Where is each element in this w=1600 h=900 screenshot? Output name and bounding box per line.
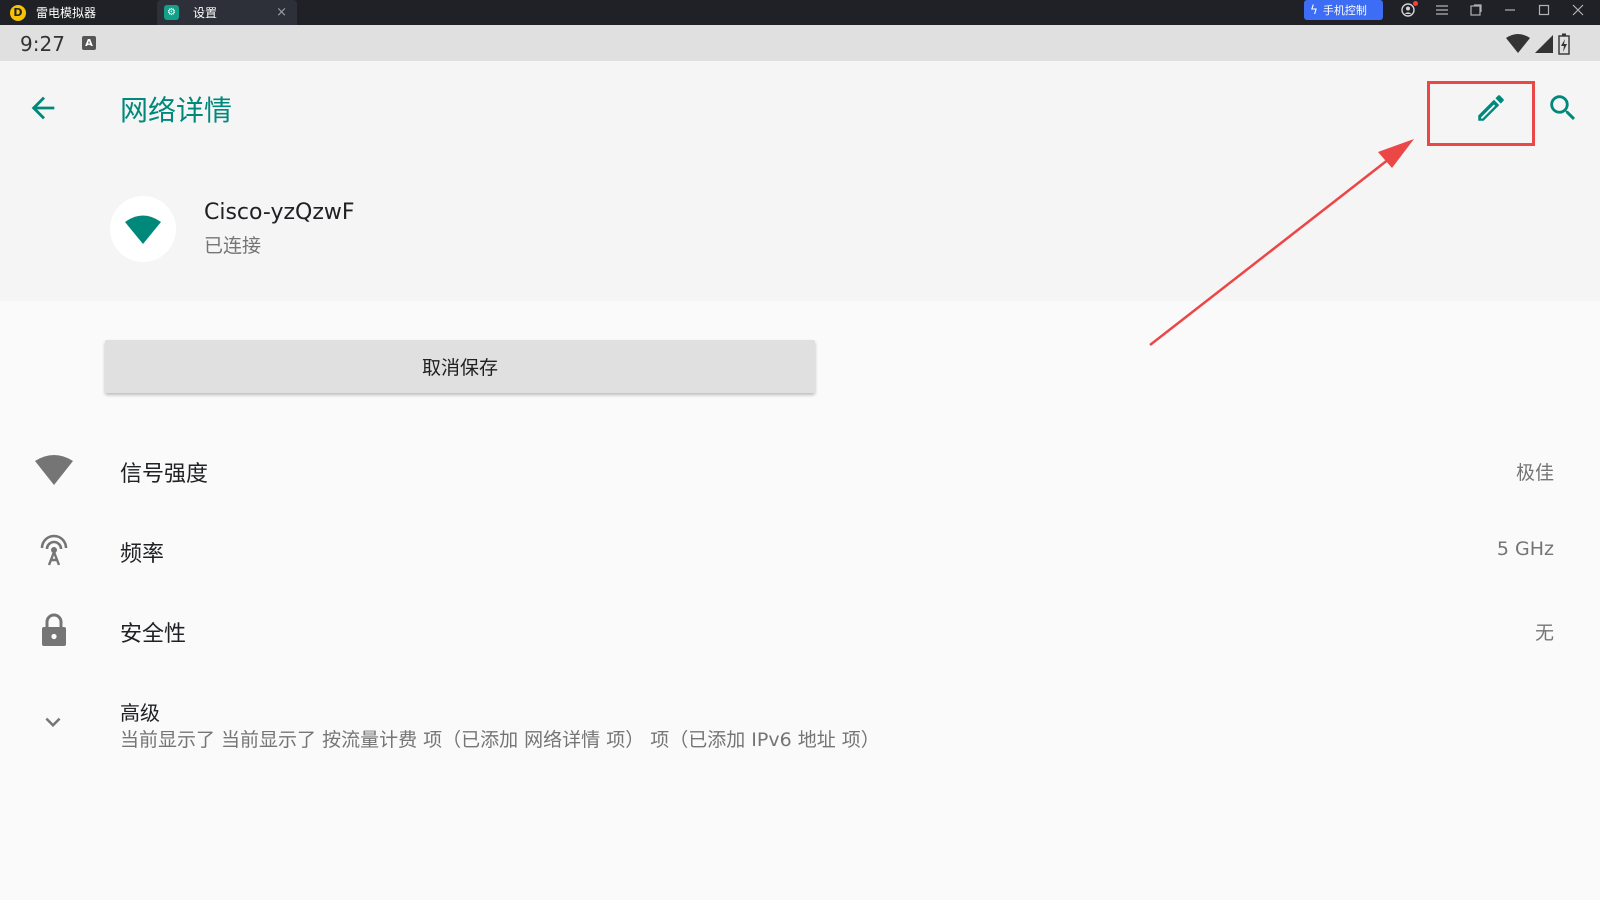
advanced-section-title[interactable]: 高级 <box>120 697 160 726</box>
tab-settings-label: 设置 <box>193 6 218 20</box>
phone-control-label: 手机控制 <box>1322 4 1367 17</box>
lock-icon <box>34 612 74 648</box>
tab-emulator-label: 雷电模拟器 <box>36 6 97 20</box>
detail-label: 信号强度 <box>120 462 209 487</box>
notification-a-icon: A <box>82 36 96 50</box>
emulator-titlebar: D 雷电模拟器 ⚙ 设置 × ϟ 手机控制 <box>0 0 1600 25</box>
menu-icon[interactable] <box>1430 0 1454 20</box>
detail-row-frequency: 频率 5 GHz <box>0 520 1600 580</box>
status-icons <box>1506 33 1570 55</box>
status-clock: 9:27 <box>20 32 65 56</box>
maximize-icon[interactable] <box>1532 0 1556 20</box>
tab-settings[interactable]: ⚙ 设置 × <box>157 0 297 25</box>
detail-value: 无 <box>1534 622 1554 644</box>
settings-gear-icon: ⚙ <box>164 5 179 20</box>
notification-dot <box>1413 1 1418 6</box>
lightning-icon: ϟ <box>1310 3 1318 17</box>
network-details-screen: 网络详情 Cisco-yzQzwF 已连接 取消保存 信号强度 极佳 频率 5 … <box>0 61 1600 900</box>
back-arrow-icon <box>31 96 55 120</box>
annotation-highlight-box <box>1427 81 1535 146</box>
wifi-status-icon <box>1506 34 1530 53</box>
minimize-icon[interactable] <box>1498 0 1522 20</box>
forget-network-button[interactable]: 取消保存 <box>105 340 815 393</box>
tab-emulator[interactable]: D 雷电模拟器 <box>10 0 155 25</box>
phone-control-button[interactable]: ϟ 手机控制 <box>1304 0 1383 20</box>
detail-label: 安全性 <box>120 622 187 647</box>
page-title: 网络详情 <box>120 94 233 127</box>
search-button[interactable] <box>1546 91 1580 125</box>
emulator-logo-icon: D <box>10 4 26 21</box>
detail-value: 5 GHz <box>1496 538 1554 560</box>
cell-signal-icon <box>1535 35 1553 53</box>
back-button[interactable] <box>26 91 60 125</box>
detail-row-security: 安全性 无 <box>0 600 1600 660</box>
tab-close-icon[interactable]: × <box>276 5 287 20</box>
detail-row-signal: 信号强度 极佳 <box>0 440 1600 500</box>
antenna-icon <box>34 532 74 568</box>
search-icon <box>1550 95 1576 121</box>
battery-icon <box>1558 33 1570 55</box>
chevron-down-icon[interactable] <box>38 707 68 737</box>
wifi-network-icon <box>125 215 161 244</box>
detail-label: 频率 <box>120 542 165 567</box>
network-status: 已连接 <box>204 235 262 257</box>
close-window-icon[interactable] <box>1566 0 1590 20</box>
restore-window-icon[interactable] <box>1464 0 1488 20</box>
detail-value: 极佳 <box>1515 462 1554 484</box>
network-name: Cisco-yzQzwF <box>204 200 355 225</box>
network-avatar <box>110 196 176 262</box>
android-status-bar: 9:27 A <box>0 25 1600 61</box>
network-header: 网络详情 Cisco-yzQzwF 已连接 <box>0 61 1600 301</box>
wifi-signal-icon <box>34 452 74 488</box>
advanced-section-summary: 当前显示了 当前显示了 按流量计费 项（已添加 网络详情 项） 项（已添加 IP… <box>120 729 880 751</box>
